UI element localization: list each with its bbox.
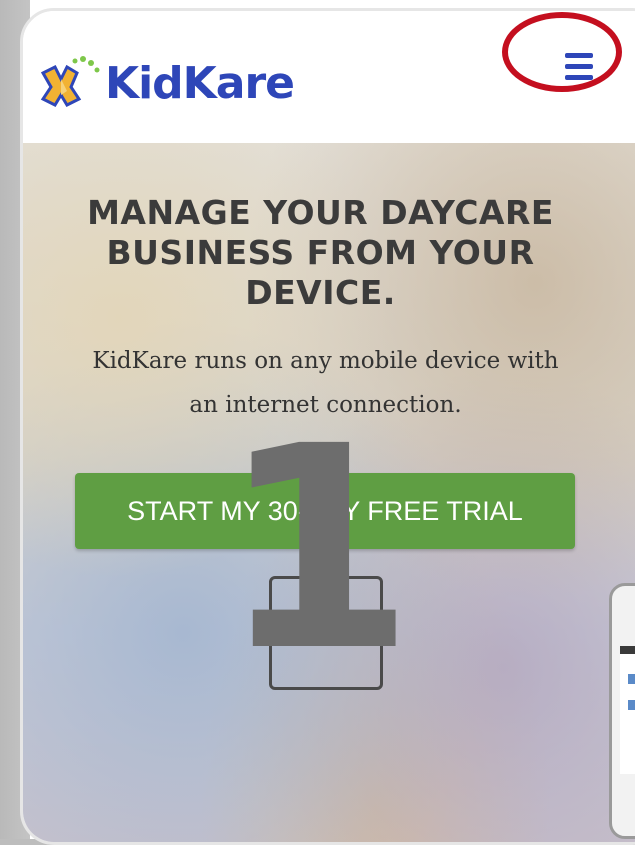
hero-headline-line: DEVICE. (245, 273, 396, 312)
hero-subtext-line: KidKare runs on any mobile device with (92, 348, 559, 374)
phone-mockup-image (609, 583, 635, 839)
step-number-annotation: 1 (220, 387, 415, 713)
phone-mockup-screen (620, 646, 635, 774)
hamburger-menu-button[interactable] (525, 29, 633, 103)
hero-headline-line: BUSINESS FROM YOUR (106, 233, 535, 272)
kidkare-logo-icon (40, 56, 100, 107)
hero-headline-line: MANAGE YOUR DAYCARE (87, 193, 554, 232)
site-header: KidKare (23, 11, 635, 143)
kidkare-logo[interactable]: KidKare (37, 47, 295, 119)
hero-headline: MANAGE YOUR DAYCARE BUSINESS FROM YOUR D… (23, 193, 618, 313)
hamburger-menu-icon (565, 47, 593, 86)
logo-wordmark: KidKare (105, 57, 295, 109)
